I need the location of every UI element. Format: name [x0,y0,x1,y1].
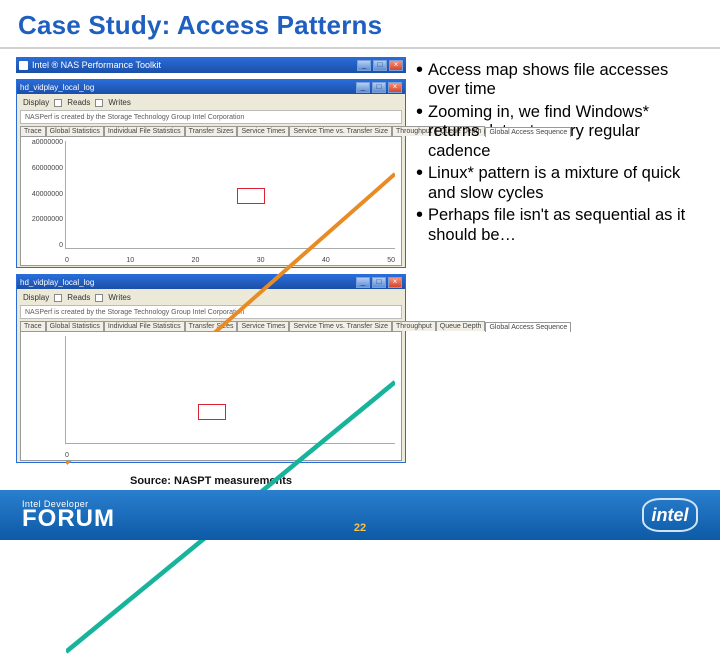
chart1-reads-checkbox[interactable] [54,99,62,107]
bullet-text: Access map shows file accesses over time [428,61,704,100]
chart1-titlebar: hd_vidplay_local_log _ □ × [17,80,405,94]
chart1-writes-label: Writes [108,98,131,107]
app-icon [19,61,28,70]
tick-label: 10 [126,257,134,264]
slide: Case Study: Access Patterns Intel ® NAS … [0,0,720,540]
bullet-text: Perhaps file isn't as sequential as it s… [428,206,704,245]
tab-service-times[interactable]: Service Times [237,126,289,136]
chart2-y-ticks [23,334,63,444]
tick-label: a0000000 [23,139,63,146]
chart1-plot[interactable]: a0000000 60000000 40000000 20000000 0 0 10 20 3… [20,136,402,266]
content-area: Intel ® NAS Performance Toolkit _ □ × hd… [0,49,720,487]
tick-label: 40000000 [23,191,63,198]
bullet-dot: • [416,206,428,245]
tick-label: 40 [322,257,330,264]
chart-window-1: hd_vidplay_local_log _ □ × Display Reads… [16,79,406,268]
chart1-minimize-button[interactable]: _ [356,82,370,93]
maximize-button[interactable]: □ [373,60,387,71]
chart2-plot[interactable]: 0 [20,331,402,461]
chart1-reads-label: Reads [67,98,90,107]
tab-global-statistics[interactable]: Global Statistics [46,126,104,136]
window-buttons: _ □ × [357,60,403,71]
app-title: Intel ® NAS Performance Toolkit [32,60,161,70]
titlebar-left: Intel ® NAS Performance Toolkit [19,60,161,70]
chart1-display-label: Display [23,98,49,107]
bullet-item: •Access map shows file accesses over tim… [416,61,704,100]
bullet-item: •Linux* pattern is a mixture of quick an… [416,164,704,203]
tab-global-access-sequence[interactable]: Global Access Sequence [485,127,571,137]
bullet-dot: • [416,61,428,100]
tick-label: 20000000 [23,216,63,223]
intel-logo: intel [642,498,698,532]
chart1-body: Display Reads Writes NASPerf is created … [17,94,405,267]
page-title: Case Study: Access Patterns [0,0,720,47]
bullet-dot: • [416,103,428,161]
chart2-display-label: Display [23,293,49,302]
tab-service-time-vs-transfer-size[interactable]: Service Time vs. Transfer Size [289,126,392,136]
chart2-plot-inner [65,336,395,444]
tab-transfer-sizes[interactable]: Transfer Sizes [185,126,238,136]
idf-logo: Intel Developer FORUM [22,501,115,529]
chart1-banner: NASPerf is created by the Storage Techno… [20,110,402,124]
chart1-writes-checkbox[interactable] [95,99,103,107]
tick-label: 0 [65,452,69,459]
chart1-display-row: Display Reads Writes [20,97,402,108]
tick-label: 20 [192,257,200,264]
bullet-list: •Access map shows file accesses over tim… [416,61,704,245]
chart1-x-ticks: 0 10 20 30 40 50 [65,257,395,264]
tab-trace[interactable]: Trace [20,321,46,331]
bullet-dot: • [416,164,428,203]
chart1-close-button[interactable]: × [388,82,402,93]
chart1-window-buttons: _ □ × [356,82,402,93]
tick-label: 50 [387,257,395,264]
chart1-y-ticks: a0000000 60000000 40000000 20000000 0 [23,139,63,249]
chart1-maximize-button[interactable]: □ [372,82,386,93]
chart2-highlight-marker [198,404,226,420]
screenshot-column: Intel ® NAS Performance Toolkit _ □ × hd… [16,57,406,487]
close-button[interactable]: × [389,60,403,71]
chart1-plot-inner [65,141,395,249]
bullet-item: •Perhaps file isn't as sequential as it … [416,206,704,245]
bullet-text: Linux* pattern is a mixture of quick and… [428,164,704,203]
chart2-reads-checkbox[interactable] [54,294,62,302]
footer: Intel Developer FORUM 22 intel [0,490,720,540]
tick-label: 0 [65,257,69,264]
chart1-file-label: hd_vidplay_local_log [20,83,94,92]
tab-individual-file-statistics[interactable]: Individual File Statistics [104,126,185,136]
tab-global-access-sequence[interactable]: Global Access Sequence [485,322,571,332]
page-number: 22 [354,522,366,534]
minimize-button[interactable]: _ [357,60,371,71]
tick-label: 60000000 [23,165,63,172]
bullet-column: •Access map shows file accesses over tim… [416,57,704,487]
chart1-highlight-marker [237,188,265,204]
tick-label: 0 [23,242,63,249]
tab-trace[interactable]: Trace [20,126,46,136]
idf-big: FORUM [22,509,115,529]
app-titlebar: Intel ® NAS Performance Toolkit _ □ × [16,57,406,73]
chart2-x-ticks: 0 [65,452,395,459]
tick-label: 30 [257,257,265,264]
